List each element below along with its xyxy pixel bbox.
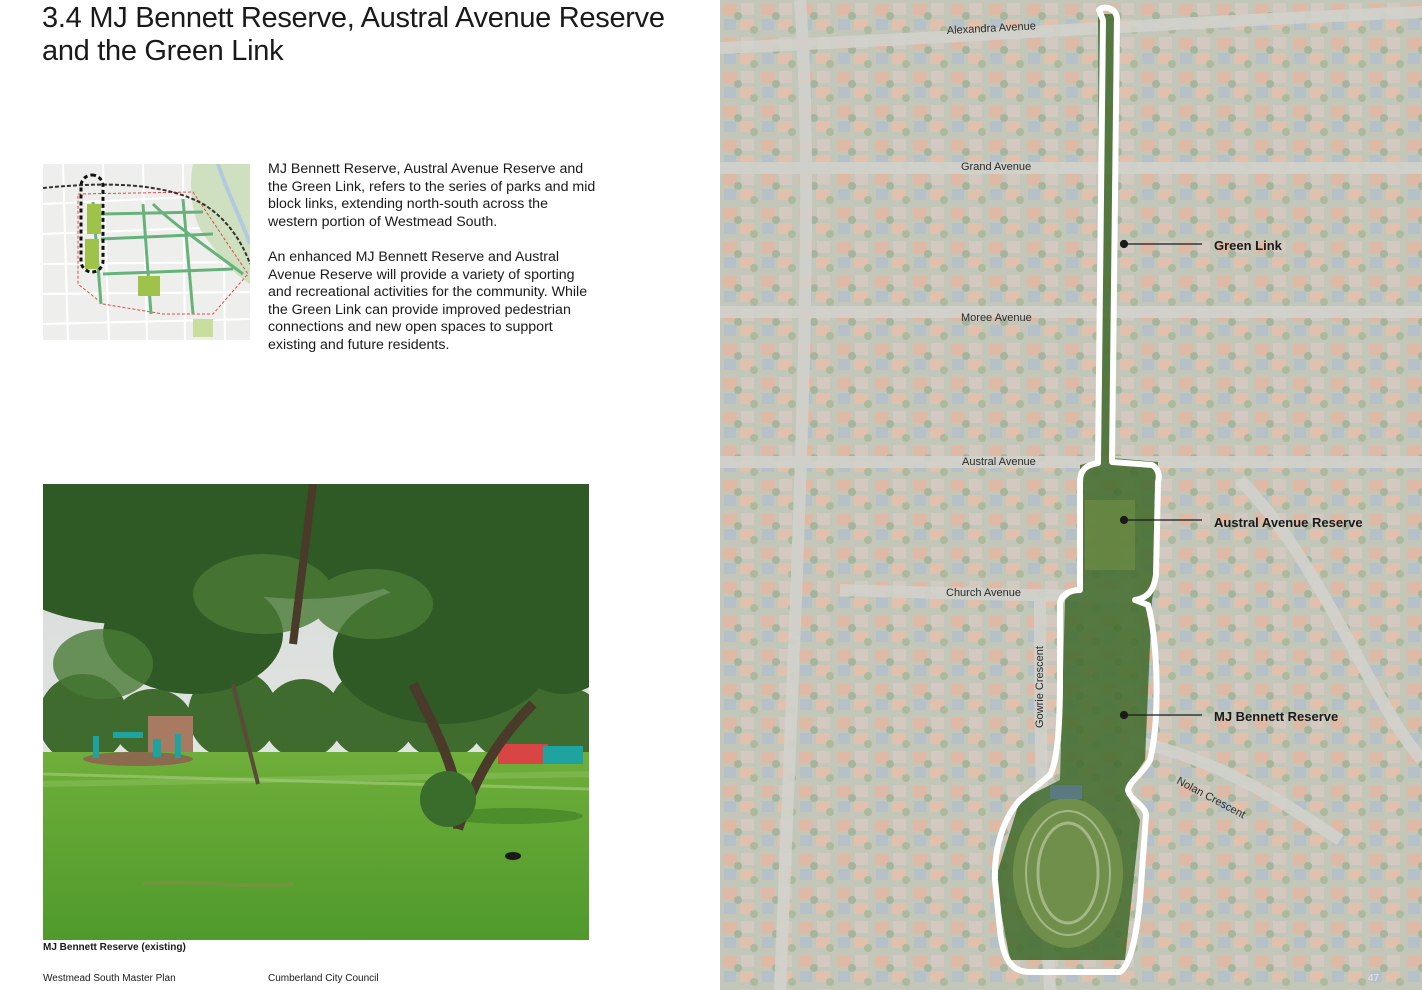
road-label-gowrie: Gowrie Crescent bbox=[1034, 646, 1046, 728]
callout-mj-bennett-reserve: MJ Bennett Reserve bbox=[1214, 709, 1338, 724]
callout-austral-avenue-reserve: Austral Avenue Reserve bbox=[1214, 515, 1363, 530]
description-paragraph-2: An enhanced MJ Bennett Reserve and Austr… bbox=[268, 248, 588, 353]
description-paragraph-1: MJ Bennett Reserve, Austral Avenue Reser… bbox=[268, 161, 596, 230]
road-label-church: Church Avenue bbox=[946, 587, 1021, 599]
photo-caption: MJ Bennett Reserve (existing) bbox=[43, 942, 186, 953]
section-number: 3.4 bbox=[42, 2, 82, 34]
footer-document-title: Westmead South Master Plan bbox=[43, 973, 176, 984]
description-text: MJ Bennett Reserve, Austral Avenue Reser… bbox=[268, 161, 598, 372]
location-key-map bbox=[43, 164, 250, 340]
page-number: 47 bbox=[1368, 973, 1380, 984]
page-title: 3.4 MJ Bennett Reserve, Austral Avenue Re… bbox=[42, 2, 682, 68]
footer-council-name: Cumberland City Council bbox=[268, 973, 379, 984]
road-label-moree: Moree Avenue bbox=[961, 312, 1032, 324]
road-label-grand: Grand Avenue bbox=[961, 161, 1031, 173]
section-title: MJ Bennett Reserve, Austral Avenue Reser… bbox=[42, 2, 665, 67]
callout-green-link: Green Link bbox=[1214, 238, 1283, 253]
reserve-photo bbox=[43, 484, 589, 940]
road-label-austral: Austral Avenue bbox=[962, 456, 1036, 468]
aerial-site-map: Alexandra Avenue Grand Avenue Moree Aven… bbox=[720, 0, 1422, 990]
